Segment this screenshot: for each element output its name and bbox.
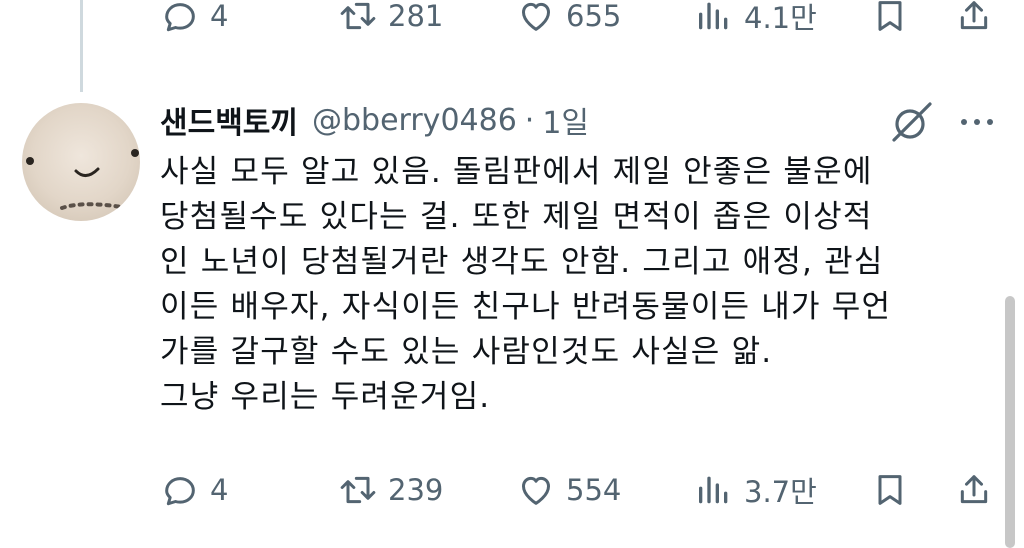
thread-line: [80, 0, 83, 92]
tweet-action-bar: 4 239 554 3.7만: [160, 470, 994, 510]
like-button[interactable]: 655: [516, 0, 621, 36]
like-button[interactable]: 554: [516, 470, 621, 510]
views-button[interactable]: 3.7만: [694, 470, 817, 510]
views-icon: [699, 476, 728, 504]
grok-icon[interactable]: [886, 100, 938, 144]
reply-icon: [165, 477, 195, 506]
views-count: 4.1만: [744, 1, 817, 35]
bookmark-button[interactable]: [870, 470, 910, 510]
reply-icon: [165, 3, 195, 32]
views-button[interactable]: 4.1만: [694, 0, 817, 36]
tweet-text-line: 인 노년이 당첨될거란 생각도 안함. 그리고 애정, 관심: [160, 244, 884, 280]
share-icon: [960, 1, 988, 30]
display-name[interactable]: 샌드백토끼: [160, 98, 298, 142]
like-icon: [522, 476, 550, 505]
bookmark-button[interactable]: [870, 0, 910, 36]
like-count: 655: [566, 0, 622, 33]
views-count: 3.7만: [744, 475, 817, 509]
tweet-text-line: 그냥 우리는 두려운거임.: [160, 379, 491, 415]
tweet-text-line: 가를 갈구할 수도 있는 사람인것도 사실은 앎.: [160, 334, 773, 370]
user-handle[interactable]: @bberry0486: [312, 103, 517, 138]
top-action-bar: 4 281 655 4.1만: [160, 0, 994, 36]
bookmark-icon: [878, 475, 902, 505]
avatar-face-icon: [26, 149, 139, 210]
repost-icon: [340, 2, 376, 30]
avatar[interactable]: [22, 103, 140, 221]
share-button[interactable]: [954, 0, 994, 36]
tweet-text-line: 이든 배우자, 자식이든 친구나 반려동물이든 내가 무언: [160, 289, 892, 325]
reply-button[interactable]: 4: [160, 0, 228, 36]
repost-button[interactable]: 281: [338, 0, 443, 36]
share-icon: [960, 475, 988, 504]
like-icon: [522, 2, 550, 31]
tweet-header: 샌드백토끼 @bberry0486 · 1일: [160, 95, 589, 145]
tweet-text: 사실 모두 알고 있음. 돌림판에서 제일 안좋은 불운에 당첨될수도 있다는 …: [160, 150, 990, 420]
scrollbar[interactable]: [1005, 296, 1015, 548]
tweet-text-line: 당첨될수도 있다는 걸. 또한 제일 면적이 좁은 이상적: [160, 199, 873, 235]
repost-count: 281: [388, 0, 444, 33]
tweet-text-line: 사실 모두 알고 있음. 돌림판에서 제일 안좋은 불운에: [160, 154, 873, 190]
reply-count: 4: [210, 0, 229, 33]
reply-button[interactable]: 4: [160, 470, 228, 510]
views-icon: [699, 2, 728, 30]
timestamp[interactable]: 1일: [542, 98, 589, 142]
bookmark-icon: [878, 1, 902, 31]
more-icon[interactable]: [956, 106, 998, 138]
repost-button[interactable]: 239: [338, 470, 443, 510]
repost-count: 239: [388, 473, 444, 507]
repost-icon: [340, 476, 376, 504]
share-button[interactable]: [954, 470, 994, 510]
reply-count: 4: [210, 473, 229, 507]
like-count: 554: [566, 473, 622, 507]
separator-dot: ·: [524, 102, 535, 138]
